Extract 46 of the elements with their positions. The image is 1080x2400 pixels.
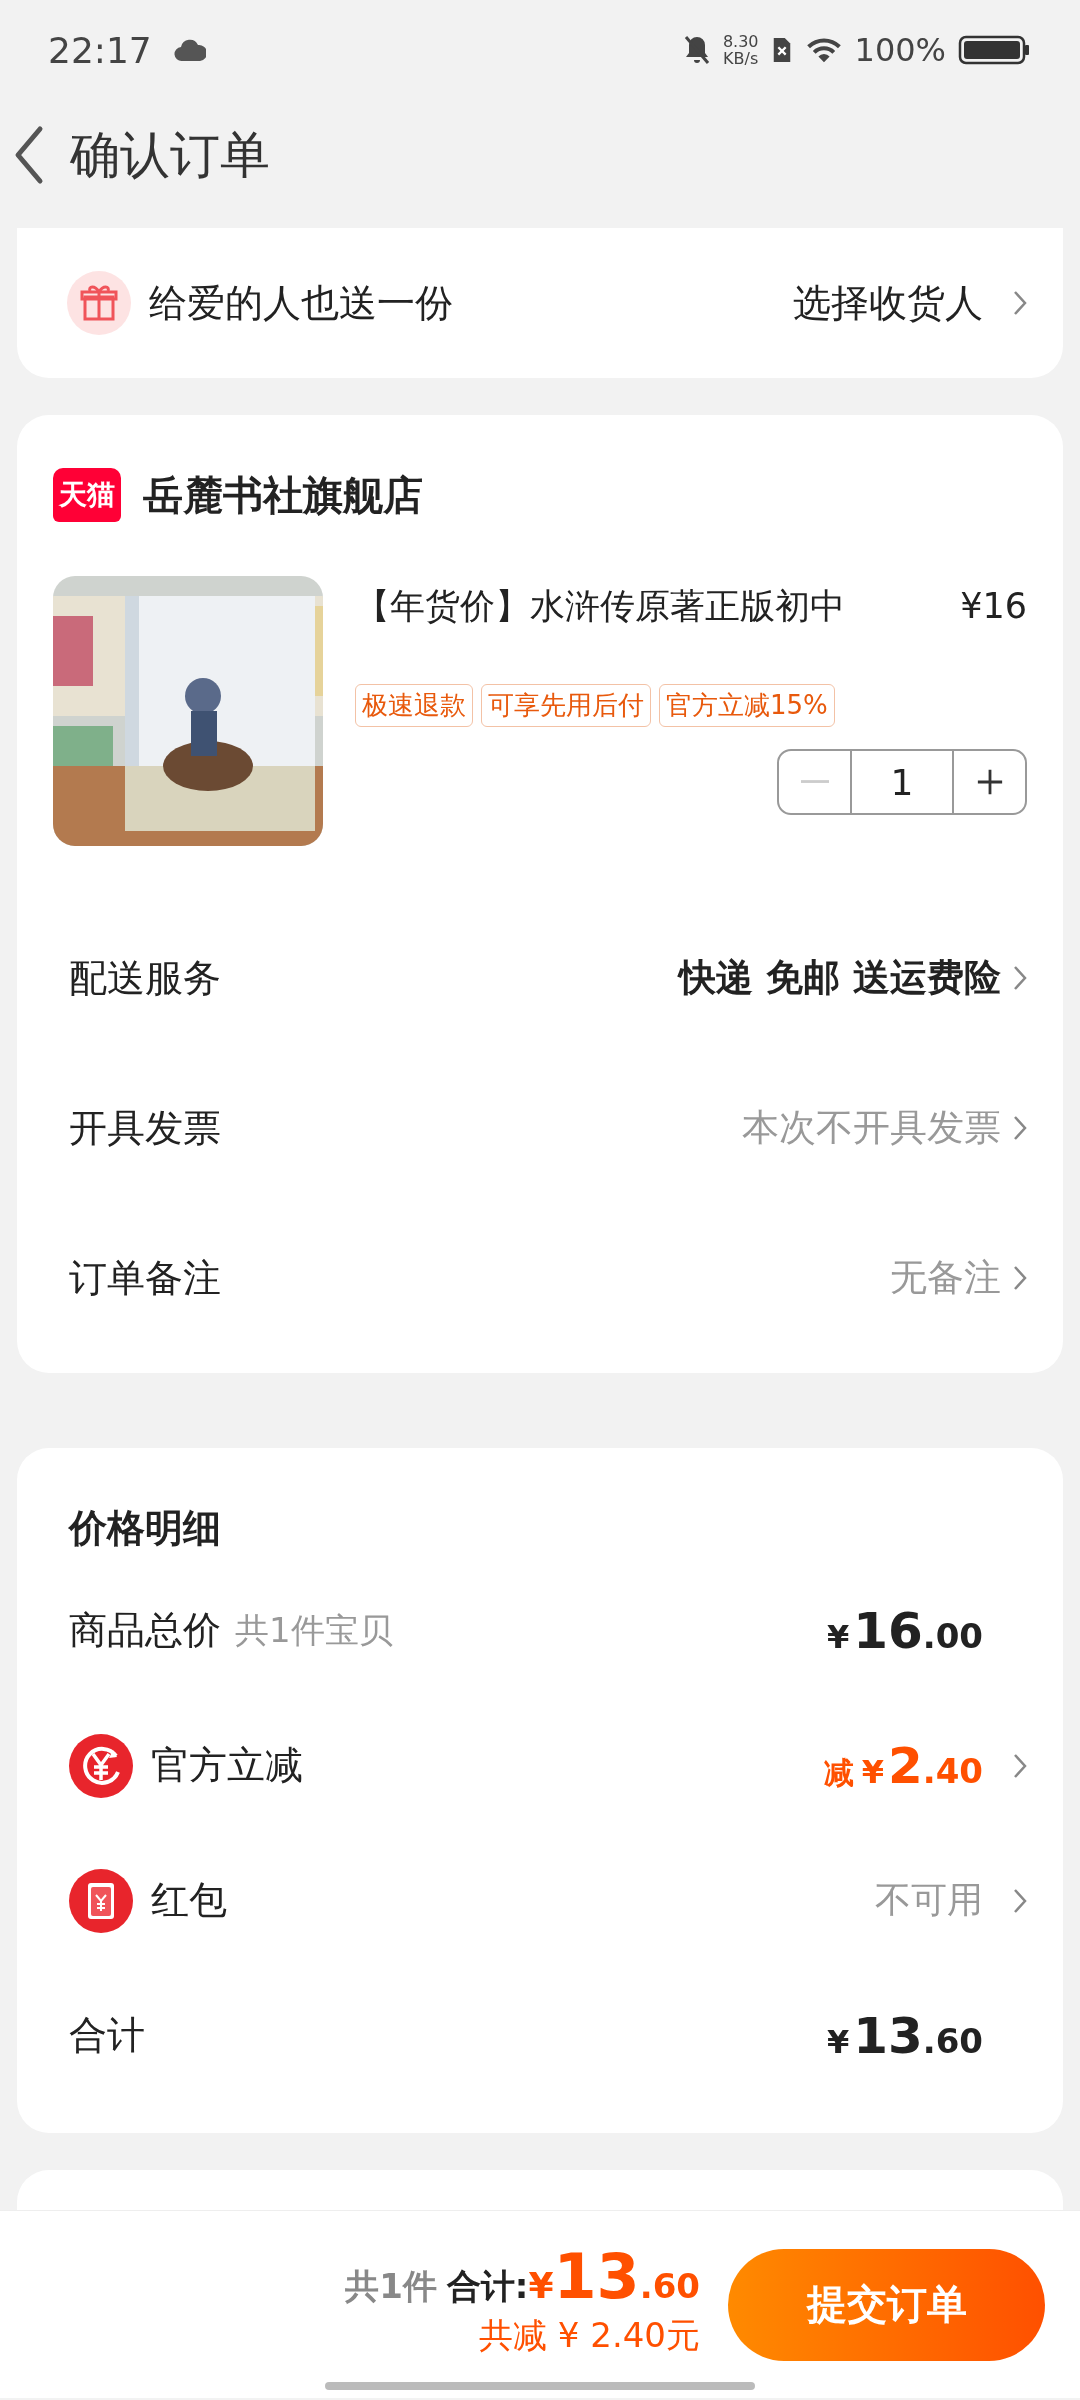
option-label: 订单备注	[69, 1254, 221, 1302]
option-value[interactable]: 快递 免邮 送运费险	[679, 953, 1001, 1003]
store-badge: 天猫	[53, 468, 121, 522]
price-amount: ¥16.00	[826, 1601, 983, 1660]
chevron-right-icon[interactable]	[1013, 1887, 1027, 1914]
cloud-icon	[173, 37, 206, 63]
service-tag: 可享先用后付	[481, 684, 651, 727]
chevron-right-icon[interactable]	[1013, 1752, 1027, 1779]
price-label: 合计	[69, 2012, 145, 2059]
back-icon[interactable]	[14, 125, 44, 185]
price-label: 官方立减	[151, 1742, 303, 1789]
wifi-icon	[804, 36, 843, 64]
store-name[interactable]: 岳麓书社旗舰店	[143, 467, 423, 523]
gift-icon	[67, 271, 131, 335]
quantity-value[interactable]: 1	[850, 751, 954, 813]
plus-icon	[975, 768, 1004, 796]
savings-text: 共减 ¥ 2.40元	[479, 2314, 700, 2357]
price-amount: ¥13.60	[826, 2006, 983, 2065]
battery-icon	[958, 34, 1030, 66]
chevron-right-icon[interactable]	[1013, 965, 1027, 991]
minus-icon	[800, 780, 829, 784]
price-label: 红包	[151, 1877, 227, 1924]
gift-label: 给爱的人也送一份	[149, 279, 453, 327]
page-title: 确认订单	[70, 124, 270, 186]
status-time: 22:17	[48, 29, 152, 71]
network-speed-unit: KB/s	[723, 50, 759, 67]
bell-muted-icon	[682, 34, 711, 66]
select-recipient-link[interactable]: 选择收货人	[793, 277, 983, 329]
section-title: 价格明细	[69, 1504, 222, 1552]
battery-percent: 100%	[854, 31, 946, 69]
item-count: 共1件	[345, 2265, 437, 2308]
item-count-note: 共1件宝贝	[235, 1608, 393, 1652]
service-tag: 极速退款	[355, 684, 473, 727]
chevron-right-icon[interactable]	[1013, 1265, 1027, 1291]
option-label: 配送服务	[69, 954, 221, 1002]
chevron-right-icon[interactable]	[1013, 290, 1027, 316]
service-tag: 官方立减15%	[659, 684, 835, 727]
product-price: ¥16	[960, 586, 1027, 626]
total-label: 合计:	[446, 2265, 529, 2308]
network-speed: 8.30	[722, 33, 759, 50]
total-amount: ¥13.60	[528, 2240, 700, 2313]
option-label: 开具发票	[69, 1104, 221, 1152]
price-amount: 减 ¥2.40	[823, 1736, 983, 1795]
price-label: 商品总价	[69, 1607, 221, 1654]
chevron-right-icon[interactable]	[1013, 1115, 1027, 1141]
product-title[interactable]: 【年货价】水浒传原著正版初中	[355, 582, 845, 630]
